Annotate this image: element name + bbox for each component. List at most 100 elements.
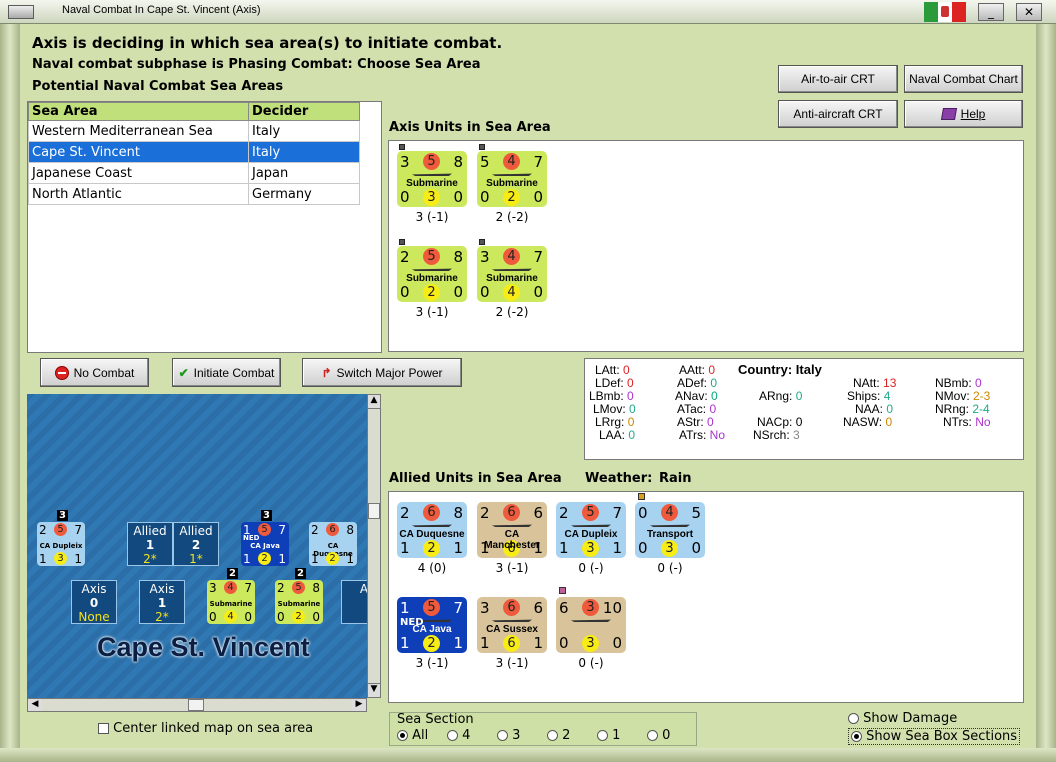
sea-section-option[interactable]: All [397,728,428,743]
radio-icon[interactable] [447,730,458,741]
sea-box-value: 2* [143,552,157,566]
unit-strength-label: 3 (-1) [415,305,449,319]
unit-counter[interactable]: 6 10 0 0 3 3 [556,597,626,653]
sea-area-map[interactable]: Cape St. Vincent Allied 1 2* Allied 2 1* Axis 0… [27,394,367,698]
scroll-left-icon[interactable]: ◀ [28,699,42,711]
switch-major-power-button[interactable]: ↱ Switch Major Power [302,358,462,387]
sea-box-section[interactable]: A [341,580,367,624]
map-unit-counter[interactable]: 2811CA Duquesne62 [309,522,357,566]
center-map-checkbox[interactable]: Center linked map on sea area [98,721,313,736]
sea-section-option[interactable]: 0 [647,728,670,743]
stat-value: 0 [886,402,894,416]
axis-units-panel: 3 8 0 0 5 3 Submarine 3 (-1) 5 7 0 0 4 2 Submarine 2 (-… [388,140,1024,352]
button-label: Switch Major Power [336,365,443,380]
ship-silhouette-icon [571,524,611,527]
stat-label: AAtt: [679,363,709,377]
scroll-down-icon[interactable]: ▼ [368,683,380,697]
anti-aircraft-crt-button[interactable]: Anti-aircraft CRT [778,100,898,128]
defense-value-circle: 2 [292,610,305,623]
map-unit-counter[interactable]: 2 8 0 0 Submarine 5 2 [275,580,323,624]
attack-value-circle: 6 [423,504,440,521]
unit-counter[interactable]: 1 7 1 1 5 2 CA Java NED [397,597,467,653]
sea-section-title: Sea Section [397,712,474,727]
radio-icon[interactable] [647,730,658,741]
radio-icon[interactable] [597,730,608,741]
map-unit-counter[interactable]: 3 7 0 0 Submarine 4 4 [207,580,255,624]
unit-counter[interactable]: 3 7 0 0 4 4 Submarine [477,246,547,302]
sea-box-section[interactable]: Axis 0 None [71,580,117,624]
counter-value: 0 [533,283,543,301]
naval-combat-chart-button[interactable]: Naval Combat Chart [904,65,1023,93]
air-to-air-crt-button[interactable]: Air-to-air CRT [778,65,898,93]
show-sea-box-sections-radio[interactable]: Show Sea Box Sections [848,728,1021,745]
radio-icon[interactable] [851,731,862,742]
sea-section-option[interactable]: 4 [447,728,470,743]
unit-counter[interactable]: 5 7 0 0 4 2 Submarine [477,151,547,207]
no-combat-button[interactable]: No Combat [40,358,149,387]
table-row[interactable]: Western Mediterranean Sea Italy [28,120,360,142]
map-unit-counter[interactable]: 2 7 1 1 CA Dupleix 5 3 [37,522,85,566]
unit-counter[interactable]: 3 8 0 0 5 3 Submarine [397,151,467,207]
show-damage-radio[interactable]: Show Damage [848,711,957,726]
unit-name: CA Duquesne [399,529,465,540]
defense-value-circle: 6 [503,635,520,652]
radio-icon[interactable] [497,730,508,741]
radio-icon[interactable] [397,730,408,741]
table-row[interactable]: North Atlantic Germany [28,183,360,205]
minimize-button[interactable]: _ [978,3,1004,21]
close-button[interactable]: ✕ [1016,3,1042,21]
button-label: Anti-aircraft CRT [793,107,883,121]
table-row-selected[interactable]: Cape St. Vincent Italy [28,141,360,163]
map-unit-counter[interactable]: 1 7 1 1 CA Java 5 2 NED [241,522,289,566]
defense-value-circle: 3 [423,189,440,206]
stat-label: NMov: [935,389,974,403]
stat-label: LAtt: [595,363,624,377]
checkbox-box[interactable] [98,723,109,734]
unit-counter[interactable]: 2 8 1 1 6 2 CA Duquesne [397,502,467,558]
defense-value-circle: 2 [258,552,271,565]
counter-value: 1 [243,552,251,566]
sea-box-side: A [359,582,367,596]
stat-ldef: LDef: 0 [595,376,634,390]
stat-label: LBmb: [589,389,628,403]
sea-section-option[interactable]: 3 [497,728,520,743]
stat-value: 0 [627,415,635,429]
counter-value: 1 [400,539,410,557]
unit-counter[interactable]: 2 7 1 1 5 3 CA Dupleix [556,502,626,558]
cell-sea-area: North Atlantic [28,183,249,205]
column-header-decider[interactable]: Decider [248,102,360,121]
stat-label: AStr: [677,415,708,429]
scroll-right-icon[interactable]: ▶ [352,699,366,711]
sea-box-section[interactable]: Allied 2 1* [173,522,219,566]
attack-value-circle: 5 [423,248,440,265]
table-row[interactable]: Japanese Coast Japan [28,162,360,184]
column-header-sea-area[interactable]: Sea Area [28,102,249,121]
counter-value: 6 [533,504,543,522]
sea-box-section[interactable]: Allied 1 2* [127,522,173,566]
allied-units-title: Allied Units in Sea Area [389,471,562,486]
unit-counter[interactable]: 3 6 1 1 6 6 CA Sussex [477,597,547,653]
sea-box-number: 1 [145,538,155,552]
radio-icon[interactable] [547,730,558,741]
map-vertical-scrollbar[interactable]: ▲ ▼ [367,394,381,698]
stat-value: 0 [623,363,630,377]
unit-counter[interactable]: 0 5 0 0 4 3 Transport [635,502,705,558]
initiate-combat-button[interactable]: ✔ Initiate Combat [172,358,281,387]
vertical-scroll-thumb[interactable] [368,503,380,519]
unit-counter[interactable]: 2 6 1 1 6 6 CA Manchester [477,502,547,558]
sea-box-section[interactable]: Axis 1 2* [139,580,185,624]
help-button[interactable]: Help [904,100,1023,128]
radio-icon[interactable] [848,713,859,724]
scroll-up-icon[interactable]: ▲ [368,395,380,409]
counter-value: 0 [244,610,252,624]
horizontal-scroll-thumb[interactable] [188,699,204,711]
system-menu-button[interactable] [8,5,34,19]
counter-value: Submarine [277,600,321,608]
unit-counter[interactable]: 2 8 0 0 5 2 Submarine [397,246,467,302]
sea-section-option[interactable]: 2 [547,728,570,743]
defense-value-circle: 2 [423,540,440,557]
counter-value: 3 [400,153,410,171]
counter-value: 7 [533,153,543,171]
sea-section-option[interactable]: 1 [597,728,620,743]
map-horizontal-scrollbar[interactable]: ◀ ▶ [27,698,367,712]
